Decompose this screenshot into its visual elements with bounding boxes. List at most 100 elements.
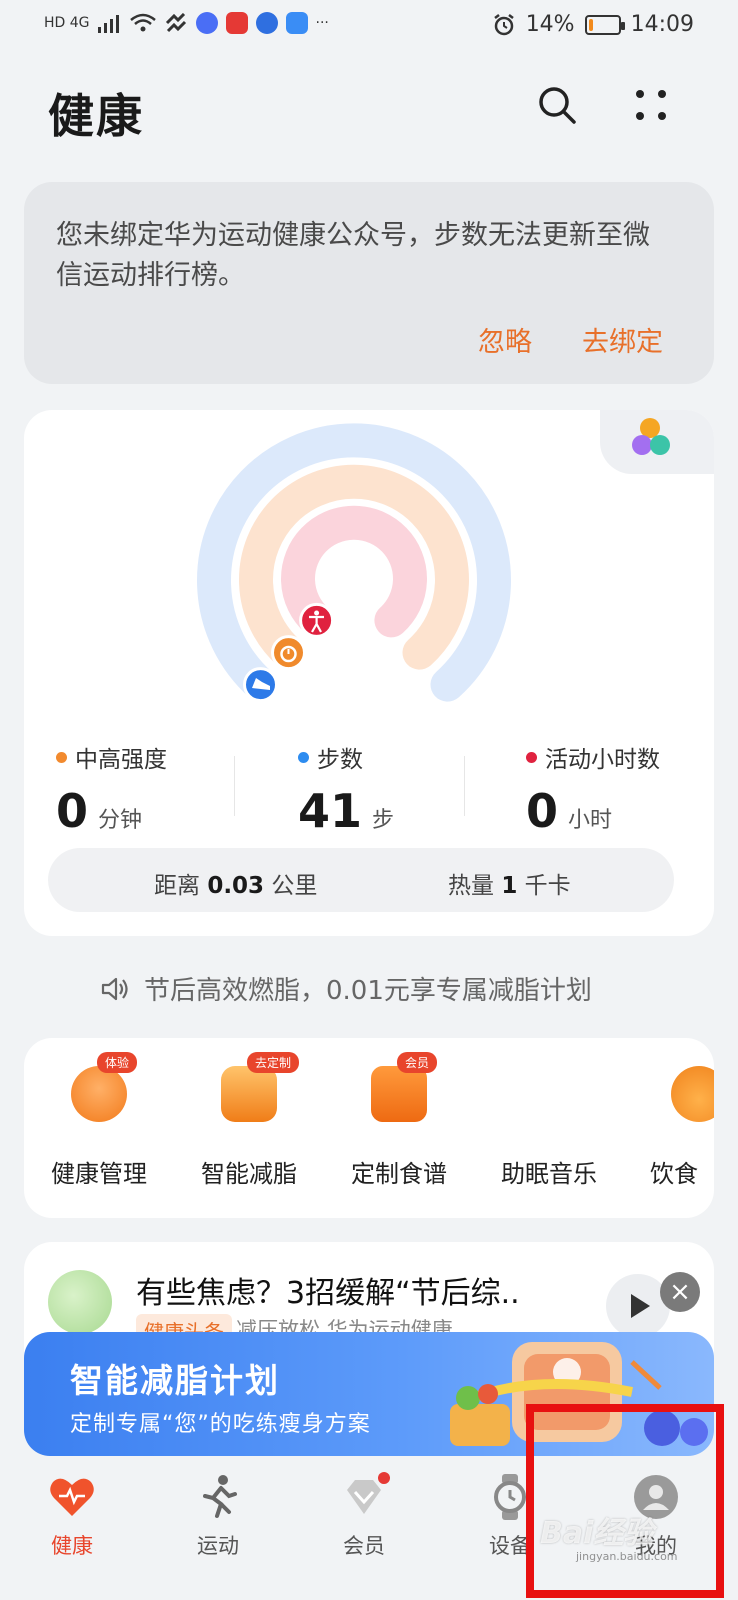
rings-switch-button[interactable] <box>600 410 714 474</box>
diet-icon <box>671 1066 714 1122</box>
play-button[interactable] <box>606 1274 670 1338</box>
play-icon <box>631 1294 650 1318</box>
battery-icon <box>584 14 625 35</box>
speaker-icon <box>101 977 128 1000</box>
nav-health[interactable]: 健康 <box>12 1472 132 1560</box>
service-label: 智能减脂 <box>201 1160 297 1188</box>
more-notifications-icon: ··· <box>315 15 329 31</box>
nav-label: 健康 <box>51 1534 93 1558</box>
link-icon <box>165 13 186 33</box>
article-thumbnail <box>48 1270 112 1334</box>
stat-hours-label: 活动小时数 <box>545 747 660 773</box>
activity-person-icon <box>299 602 335 638</box>
wifi-icon <box>129 13 156 32</box>
bind-notice-card: 您未绑定华为运动健康公众号，步数无法更新至微信运动排行榜。 忽略 去绑定 <box>24 182 714 384</box>
stopwatch-icon <box>271 635 306 671</box>
service-label: 助眠音乐 <box>501 1160 597 1188</box>
close-icon: × <box>669 1277 691 1307</box>
service-health-management[interactable]: 体验 健康管理 <box>24 1052 174 1189</box>
stat-steps-unit: 步 <box>372 808 395 833</box>
heart-icon <box>50 1478 94 1516</box>
ignore-button[interactable]: 忽略 <box>478 320 532 359</box>
status-icons-left: HD 4G ··· <box>44 12 329 34</box>
hours-dot <box>526 751 537 763</box>
reader-app-icon <box>225 12 248 34</box>
shoe-icon <box>243 667 278 703</box>
divider <box>464 756 465 816</box>
distance-value: 0.03 <box>207 873 265 899</box>
stat-intensity-unit: 分钟 <box>98 808 143 833</box>
signal-icon <box>97 15 119 33</box>
distance-label: 距离 <box>154 873 200 899</box>
clock: 14:09 <box>630 12 694 37</box>
stat-steps-value: 41 <box>298 784 363 838</box>
calorie-summary: 热量 1 千卡 <box>448 866 571 900</box>
promo-announcement[interactable]: 节后高效燃脂，0.01元享专属减脂计划 <box>100 970 592 1007</box>
highlight-annotation-box <box>526 1404 724 1598</box>
activity-rings <box>197 423 511 703</box>
distance-summary: 距离 0.03 公里 <box>154 866 317 900</box>
music-app-icon <box>195 12 218 34</box>
search-button[interactable] <box>536 84 580 128</box>
nav-membership[interactable]: 会员 <box>304 1472 424 1560</box>
steps-dot <box>298 751 309 763</box>
stat-steps-label: 步数 <box>317 747 363 773</box>
watermark: Bai经验 <box>540 1516 654 1551</box>
watermark-url: jingyan.baidu.com <box>576 1550 678 1563</box>
recipe-icon: 会员 <box>371 1052 438 1122</box>
health-management-icon: 体验 <box>71 1052 138 1122</box>
fat-loss-icon: 去定制 <box>221 1052 300 1122</box>
more-dots-icon <box>636 90 666 120</box>
running-icon <box>203 1475 237 1518</box>
bind-notice-text: 您未绑定华为运动健康公众号，步数无法更新至微信运动排行榜。 <box>56 220 650 291</box>
stat-intensity-label: 中高强度 <box>75 747 167 773</box>
service-diet[interactable]: 饮食 <box>624 1066 714 1189</box>
divider <box>234 756 235 816</box>
service-label: 定制食谱 <box>351 1160 447 1188</box>
alarm-icon <box>493 13 514 35</box>
promo-text: 节后高效燃脂，0.01元享专属减脂计划 <box>144 976 592 1006</box>
rings-style-icon <box>632 418 670 455</box>
service-sleep-music[interactable]: 助眠音乐 <box>474 1066 624 1189</box>
calorie-value: 1 <box>501 873 518 899</box>
battery-percent: 14% <box>525 12 575 37</box>
nav-exercise[interactable]: 运动 <box>158 1472 278 1560</box>
intensity-dot <box>56 751 67 763</box>
nav-label: 会员 <box>343 1534 385 1558</box>
page-title: 健康 <box>48 89 144 143</box>
status-icons-right: 14% 14:09 <box>492 12 694 37</box>
status-bar: HD 4G ··· 14% 14:09 <box>0 0 738 52</box>
service-smart-fat-loss[interactable]: 去定制 智能减脂 <box>174 1052 324 1189</box>
service-label: 健康管理 <box>51 1160 147 1188</box>
stat-steps: 步数 41 步 <box>298 740 508 838</box>
service-custom-recipe[interactable]: 会员 定制食谱 <box>324 1052 474 1189</box>
stat-intensity-value: 0 <box>56 784 89 838</box>
more-button[interactable] <box>630 86 674 130</box>
distance-calorie-summary[interactable]: 距离 0.03 公里 热量 1 千卡 <box>48 848 674 912</box>
stat-hours: 活动小时数 0 小时 <box>526 740 714 838</box>
service-badge: 去定制 <box>247 1052 300 1073</box>
distance-unit: 公里 <box>271 873 318 899</box>
service-badge: 体验 <box>97 1052 138 1073</box>
activity-card[interactable]: 中高强度 0 分钟 步数 41 步 活动小时数 0 小时 距离 0.03 公里 热量 … <box>24 410 714 936</box>
notification-dot <box>378 1472 390 1484</box>
bind-button[interactable]: 去绑定 <box>582 320 663 359</box>
article-title: 有些焦虑？3招缓解“节后综.. <box>136 1276 520 1311</box>
search-icon <box>539 87 576 124</box>
banner-subtitle: 定制专属“您”的吃练瘦身方案 <box>70 1412 371 1437</box>
battery-fill <box>588 18 593 31</box>
service-badge: 会员 <box>397 1052 438 1073</box>
cloud-app-icon <box>285 12 308 34</box>
stat-hours-value: 0 <box>526 784 559 838</box>
stat-hours-unit: 小时 <box>568 808 613 833</box>
service-label: 饮食 <box>650 1160 698 1188</box>
sleep-music-icon <box>521 1066 577 1122</box>
services-card: 体验 健康管理 去定制 智能减脂 会员 定制食谱 助眠音乐 饮食 <box>24 1038 714 1218</box>
calorie-label: 热量 <box>448 873 494 899</box>
nav-label: 运动 <box>197 1534 239 1558</box>
network-indicator: HD 4G <box>44 15 90 31</box>
browser-app-icon <box>255 12 278 34</box>
close-article-button[interactable]: × <box>660 1272 700 1312</box>
calorie-unit: 千卡 <box>524 873 571 899</box>
banner-title: 智能减脂计划 <box>70 1361 280 1400</box>
